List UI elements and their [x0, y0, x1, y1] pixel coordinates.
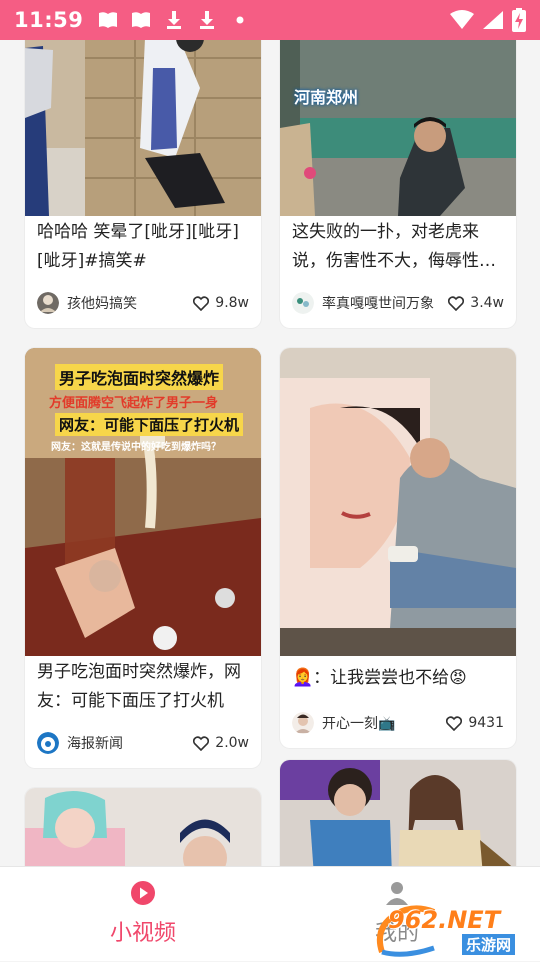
play-icon: [131, 881, 155, 905]
author-name[interactable]: 孩他妈搞笑: [67, 293, 187, 313]
video-card[interactable]: 👩‍🦰：让我尝尝也不给😡 开心一刻📺 9431: [280, 348, 516, 748]
status-bar: 11:59: [0, 0, 540, 40]
video-caption[interactable]: 👩‍🦰：让我尝尝也不给😡: [292, 664, 504, 693]
like-count-value: 9.8w: [215, 295, 249, 311]
download-icon: [200, 11, 215, 29]
like-count[interactable]: 3.4w: [448, 295, 504, 311]
like-count-value: 3.4w: [470, 295, 504, 311]
video-feed[interactable]: 哈哈哈 笑晕了[呲牙][呲牙][呲牙]#搞笑# 孩他妈搞笑 9.8w 河南郑州 …: [0, 40, 540, 866]
wifi-icon: [450, 10, 474, 29]
like-count[interactable]: 9431: [446, 715, 504, 731]
video-card[interactable]: 河南郑州 这失败的一扑，对老虎来说，伤害性不大，侮辱性极强 率真嘎嘎世间万象 3…: [280, 40, 516, 328]
heart-icon: [446, 715, 463, 731]
user-icon: [386, 882, 408, 905]
author-avatar[interactable]: [37, 732, 59, 754]
video-caption[interactable]: 这失败的一扑，对老虎来说，伤害性不大，侮辱性极强: [292, 218, 504, 276]
download-icon: [167, 11, 182, 29]
video-thumbnail[interactable]: [25, 40, 261, 216]
video-thumbnail[interactable]: [25, 788, 261, 866]
dot-icon: [236, 16, 244, 24]
video-card[interactable]: 哈哈哈 笑晕了[呲牙][呲牙][呲牙]#搞笑# 孩他妈搞笑 9.8w: [25, 40, 261, 328]
status-right-icons: [450, 8, 526, 32]
notification-book-icon: [132, 12, 151, 28]
signal-icon: [483, 11, 503, 29]
author-avatar[interactable]: [37, 292, 59, 314]
like-count[interactable]: 9.8w: [193, 295, 249, 311]
status-time: 11:59: [14, 8, 84, 32]
video-caption[interactable]: 哈哈哈 笑晕了[呲牙][呲牙][呲牙]#搞笑#: [37, 218, 249, 276]
author-avatar[interactable]: [292, 292, 314, 314]
watermark-brand: 962.NET: [388, 906, 501, 934]
card-meta: 率真嘎嘎世间万象 3.4w: [292, 290, 504, 316]
video-overlay-text: 河南郑州: [294, 88, 359, 107]
site-watermark: 962.NET 乐游网: [374, 904, 534, 958]
card-meta: 海报新闻 2.0w: [37, 730, 249, 756]
notification-book-icon: [99, 12, 118, 28]
video-thumbnail[interactable]: 男子吃泡面时突然爆炸 方便面腾空飞起炸了男子一身 网友：可能下面压了打火机 网友…: [25, 348, 261, 656]
video-thumbnail[interactable]: [280, 348, 516, 656]
tab-short-video[interactable]: 小视频: [8, 867, 278, 961]
video-caption[interactable]: 男子吃泡面时突然爆炸，网友：可能下面压了打火机: [37, 658, 249, 716]
like-count-value: 9431: [468, 715, 504, 731]
battery-charging-icon: [512, 8, 526, 32]
heart-icon: [193, 735, 210, 751]
tab-short-video-label: 小视频: [109, 921, 176, 946]
video-overlay-text: 男子吃泡面时突然爆炸 方便面腾空飞起炸了男子一身 网友：可能下面压了打火机 网友…: [25, 364, 261, 453]
heart-icon: [193, 295, 210, 311]
author-name[interactable]: 海报新闻: [67, 733, 187, 753]
notification-icons: [97, 10, 251, 30]
card-meta: 孩他妈搞笑 9.8w: [37, 290, 249, 316]
card-meta: 开心一刻📺 9431: [292, 710, 504, 736]
like-count[interactable]: 2.0w: [193, 735, 249, 751]
like-count-value: 2.0w: [215, 735, 249, 751]
video-card[interactable]: [280, 760, 516, 866]
heart-icon: [448, 295, 465, 311]
video-card[interactable]: 男子吃泡面时突然爆炸 方便面腾空飞起炸了男子一身 网友：可能下面压了打火机 网友…: [25, 348, 261, 768]
video-thumbnail[interactable]: [280, 760, 516, 866]
video-thumbnail[interactable]: 河南郑州: [280, 40, 516, 216]
author-avatar[interactable]: [292, 712, 314, 734]
video-card[interactable]: [25, 788, 261, 866]
author-name[interactable]: 率真嘎嘎世间万象: [322, 293, 442, 313]
watermark-sub: 乐游网: [462, 934, 516, 955]
author-name[interactable]: 开心一刻📺: [322, 713, 440, 733]
